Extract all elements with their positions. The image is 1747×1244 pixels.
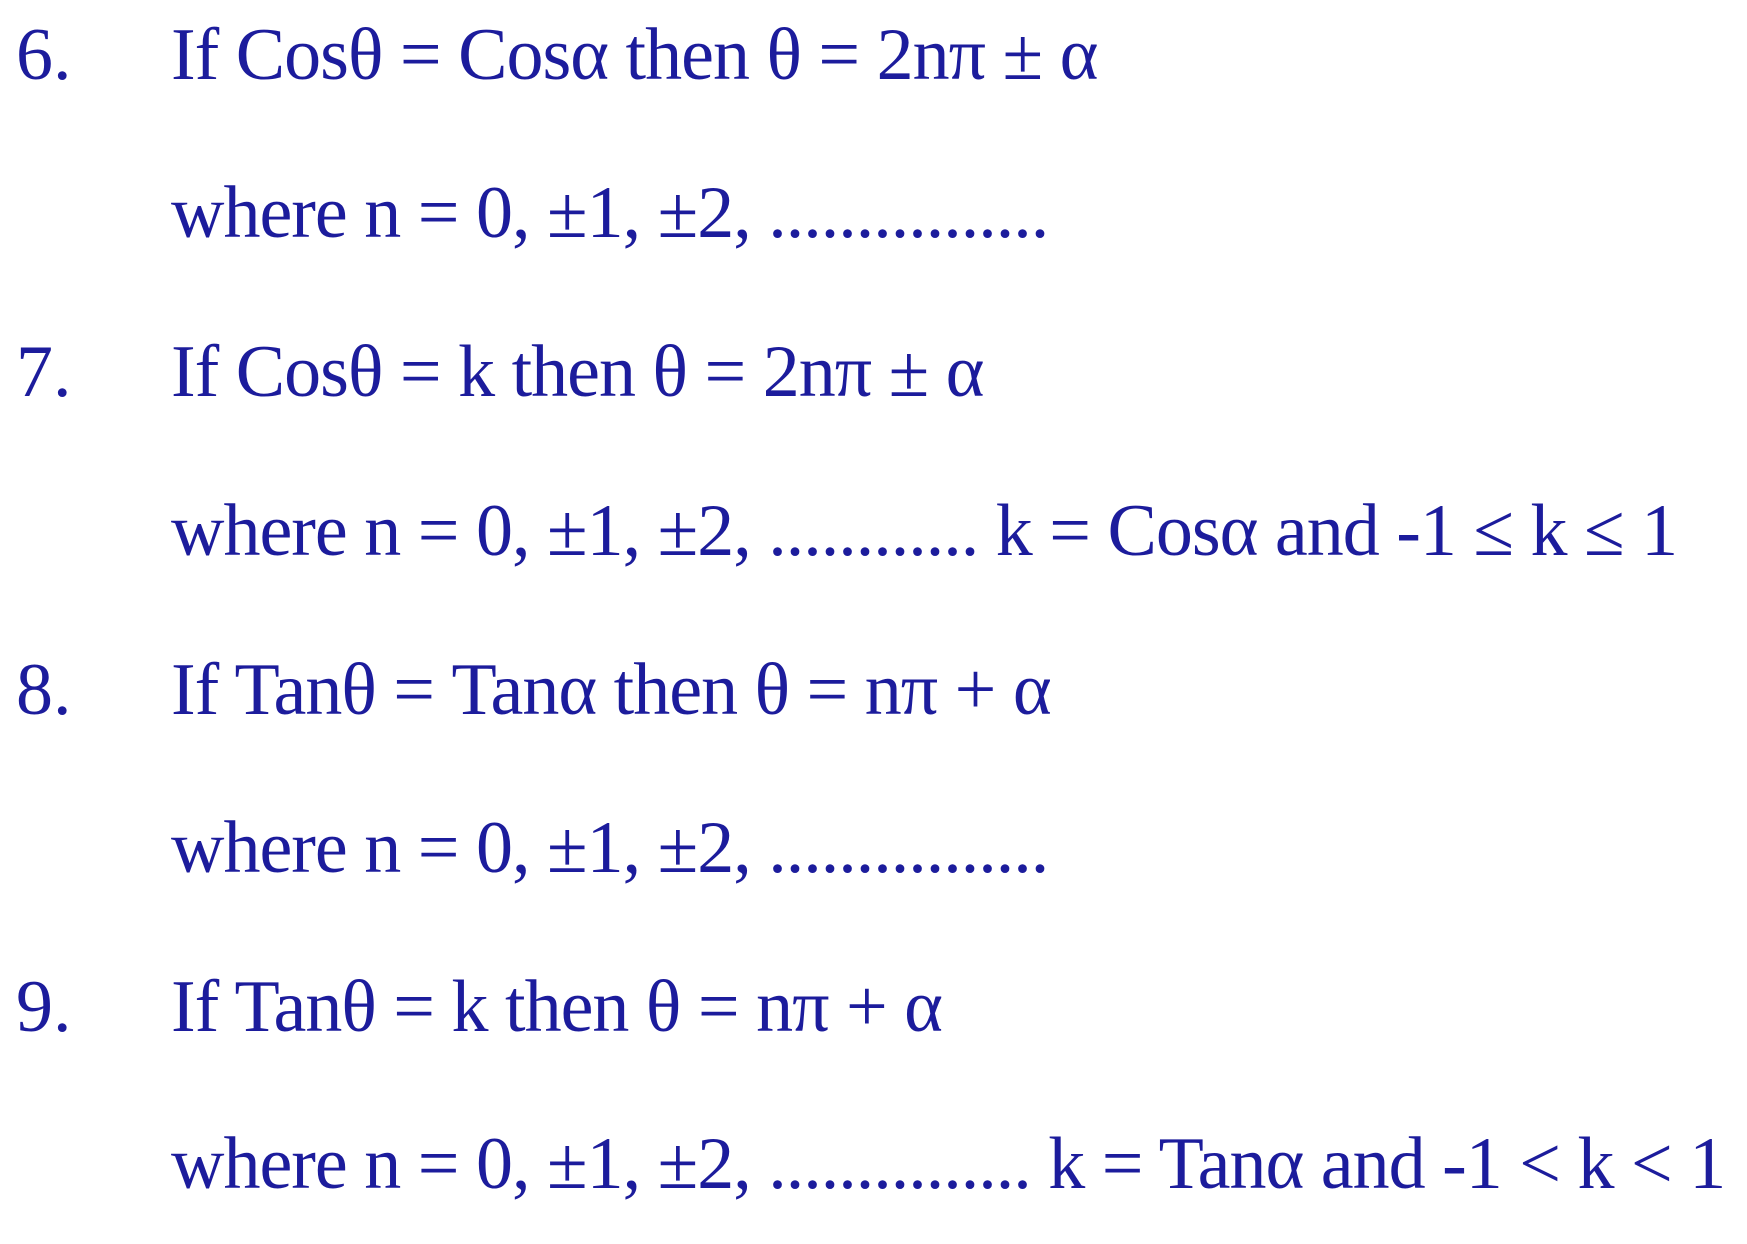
condition: where n = 0, ±1, ±2, ............ k = Co…: [171, 490, 1678, 572]
condition: where n = 0, ±1, ±2, ................: [171, 172, 1049, 254]
condition: where n = 0, ±1, ±2, ................: [171, 807, 1049, 889]
item-number: 8.: [16, 649, 72, 731]
statement: If Cosθ = k then θ = 2nπ ± α: [171, 331, 984, 413]
statement: If Cosθ = Cosα then θ = 2nπ ± α: [171, 14, 1098, 96]
item-number: 7.: [16, 331, 72, 413]
condition: where n = 0, ±1, ±2, ............... k =…: [171, 1123, 1726, 1205]
statement: If Tanθ = k then θ = nπ + α: [171, 966, 943, 1048]
statement: If Tanθ = Tanα then θ = nπ + α: [171, 649, 1052, 731]
item-number: 6.: [16, 14, 72, 96]
item-number: 9.: [16, 966, 72, 1048]
